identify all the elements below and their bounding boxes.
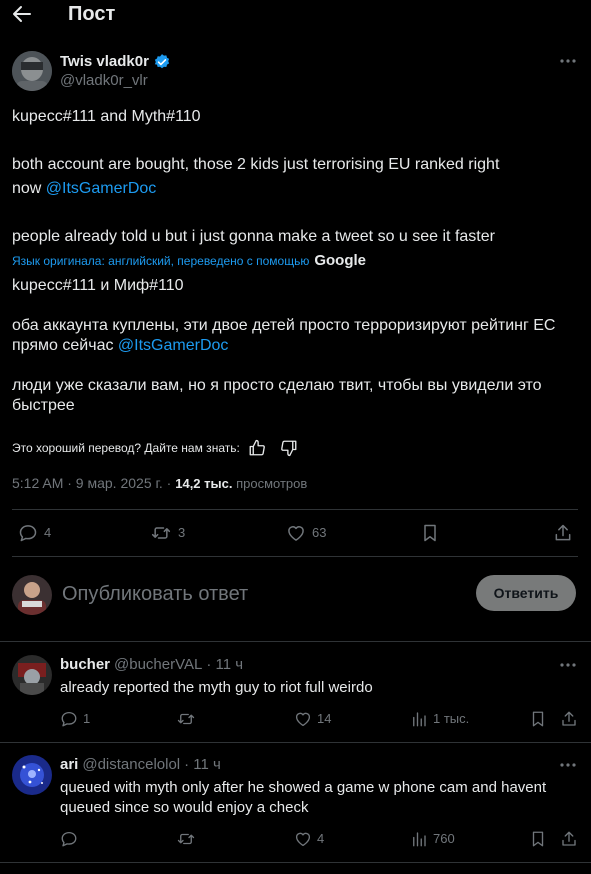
repost-icon [151,527,171,539]
views-count: 14,2 тыс. [175,476,233,491]
views-count: 1 тыс. [433,711,470,726]
reply-button[interactable] [60,830,83,848]
post-text-line: both account are bought, those 2 kids ju… [12,156,500,173]
repost-button[interactable] [176,830,201,848]
author-handle[interactable]: @vladk0r_vlr [60,72,148,90]
post-text-line: now [12,180,46,197]
more-options-button[interactable] [558,656,578,674]
reply-icon [61,831,77,847]
divider [12,509,578,510]
translated-text-line: люди уже сказали вам, но я просто сделаю… [12,377,542,394]
arrow-left-icon [13,6,31,22]
bookmark-button[interactable] [420,523,440,543]
heart-icon [288,526,304,541]
mention-link[interactable]: @ItsGamerDoc [118,337,228,354]
author-avatar[interactable] [12,51,52,91]
repost-icon [177,833,195,845]
repost-count: 3 [178,525,186,540]
more-options-button[interactable] [558,756,578,774]
author-name[interactable]: Twis vladk0r [60,53,149,71]
divider [0,742,591,743]
reply-author-handle[interactable]: @bucherVAL [114,656,202,674]
views-button[interactable]: 1 тыс. [410,710,469,728]
reply-icon [19,525,37,542]
reply-time[interactable]: · 11 ч [206,656,243,674]
share-button[interactable] [553,523,573,543]
reply-icon [61,711,77,727]
bookmark-icon [424,524,436,542]
divider [12,556,578,557]
repost-button[interactable] [176,710,201,728]
repost-icon [177,713,195,725]
mention-link[interactable]: @ItsGamerDoc [46,180,156,197]
like-button[interactable]: 4 [294,830,324,848]
heart-icon [295,832,311,847]
page-title: Пост [68,3,116,25]
avatar-image [12,575,52,615]
share-button[interactable] [560,710,578,728]
reply-submit-button[interactable]: Ответить [476,575,576,611]
reply-avatar[interactable] [12,755,52,795]
like-button[interactable]: 63 [286,523,326,543]
share-button[interactable] [560,830,578,848]
current-user-avatar [12,575,52,615]
views-count: 760 [433,831,455,846]
post-timestamp[interactable]: 5:12 AM · 9 мар. 2025 г. · [12,475,175,491]
reply-text-line: queued with myth only after he showed a … [60,779,547,796]
bookmark-button[interactable] [529,830,547,848]
heart-icon [295,712,311,727]
avatar-image [12,51,52,91]
reply-count: 4 [44,525,52,540]
translation-notice[interactable]: Язык оригинала: английский, переведено с… [12,253,309,269]
share-icon [555,524,571,541]
google-logo: Google [314,252,367,269]
reply-time[interactable]: · 11 ч [184,756,221,774]
divider [0,641,591,642]
more-options-button[interactable] [558,52,578,70]
share-icon [562,711,576,726]
more-dots-icon [560,663,576,667]
reply-text-line: already reported the myth guy to riot fu… [60,679,373,696]
verified-badge-icon [154,54,170,69]
like-count: 14 [317,711,332,726]
reply-author-name[interactable]: bucher [60,656,110,674]
thumbs-down-icon[interactable] [280,439,298,457]
reply-button[interactable]: 1 [60,710,90,728]
reply-author-handle[interactable]: @distancelolol [82,756,180,774]
share-icon [562,831,576,846]
divider [0,862,591,863]
reply-button[interactable]: 4 [18,523,51,543]
reply-avatar[interactable] [12,655,52,695]
reply-input[interactable]: Опубликовать ответ [62,582,452,606]
bookmark-button[interactable] [529,710,547,728]
bookmark-icon [532,831,544,847]
analytics-icon [413,712,426,727]
translated-text-line: kupecc#111 и Миф#110 [12,277,184,294]
more-dots-icon [560,763,576,767]
translated-text-line: прямо сейчас [12,337,118,354]
translated-text-line: оба аккаунта куплены, эти двое детей про… [12,317,556,334]
translated-text-line: быстрее [12,397,75,414]
reply-text-line: queued since so would enjoy a check [60,799,309,816]
like-count: 4 [317,831,325,846]
avatar-image [12,655,52,695]
more-dots-icon [560,59,576,63]
like-button[interactable]: 14 [294,710,331,728]
thumbs-up-icon[interactable] [248,439,266,457]
post-text-line: people already told u but i just gonna m… [12,228,495,245]
analytics-icon [413,832,426,847]
avatar-image [12,755,52,795]
back-button[interactable] [10,2,34,26]
views-label: просмотров [232,476,308,491]
reply-author-name[interactable]: ari [60,756,78,774]
views-button[interactable]: 760 [410,830,455,848]
post-text-line: kupecc#111 and Myth#110 [12,108,201,125]
translation-feedback-prompt: Это хороший перевод? Дайте нам знать: [12,441,240,455]
repost-button[interactable]: 3 [150,523,185,543]
like-count: 63 [312,525,327,540]
bookmark-icon [532,711,544,727]
reply-count: 1 [83,711,91,726]
